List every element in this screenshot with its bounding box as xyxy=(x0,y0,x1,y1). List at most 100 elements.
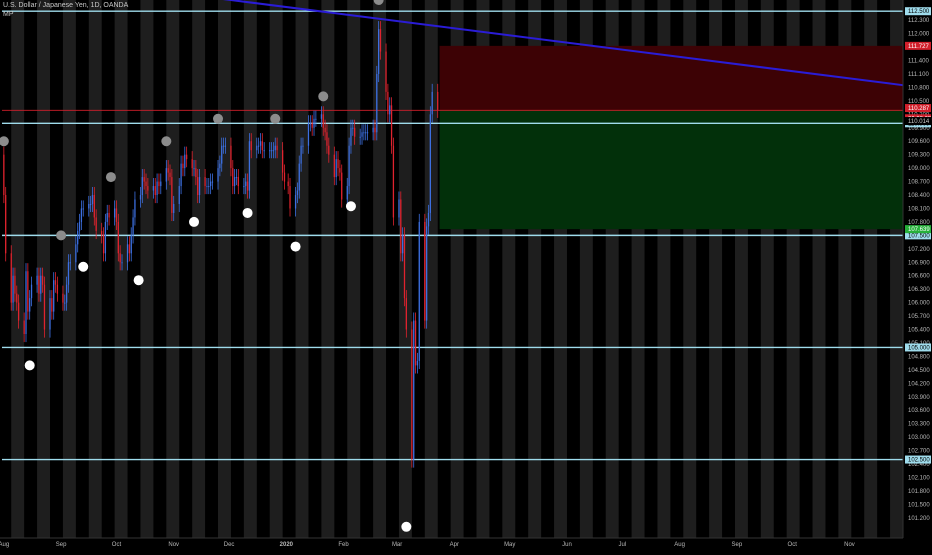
candle-body xyxy=(106,212,108,222)
y-tick-label: 111.400 xyxy=(908,59,929,65)
week-band xyxy=(140,0,154,538)
candle-body xyxy=(54,280,57,285)
candle-body xyxy=(121,262,123,264)
candle-body xyxy=(224,145,227,147)
candle-body xyxy=(56,284,59,294)
candle-body xyxy=(49,298,51,330)
candle-body xyxy=(27,271,29,312)
y-tick-label: 110.800 xyxy=(908,85,930,91)
grey-pivot-marker xyxy=(270,113,281,124)
candle-body xyxy=(230,145,232,169)
candle-body xyxy=(173,203,175,213)
week-band xyxy=(398,0,412,538)
candle-body xyxy=(154,186,156,196)
week-band xyxy=(88,0,102,538)
candle-body xyxy=(287,181,289,187)
grey-pivot-marker xyxy=(161,136,172,147)
candle-body xyxy=(385,51,387,92)
y-tick-label: 101.800 xyxy=(908,489,930,495)
candle-body xyxy=(261,141,263,151)
candle-body xyxy=(335,159,337,178)
candle-body xyxy=(40,275,42,294)
candle-body xyxy=(219,163,221,169)
candle-body xyxy=(198,177,201,196)
candle-body xyxy=(403,235,406,299)
candle-body xyxy=(307,123,310,146)
week-band xyxy=(321,0,335,538)
candle-body xyxy=(281,150,284,173)
candle-body xyxy=(366,132,369,134)
y-tick-label: 108.700 xyxy=(908,180,930,186)
level-price-label: 105.000 xyxy=(908,345,930,351)
candle-body xyxy=(311,123,313,128)
candle-body xyxy=(333,154,335,178)
candle-body xyxy=(197,177,199,196)
white-pivot-marker xyxy=(78,261,89,272)
x-tick-label: Aug xyxy=(674,542,685,548)
candle-body xyxy=(14,275,16,294)
y-tick-label: 103.300 xyxy=(908,422,930,428)
y-tick-label: 104.200 xyxy=(908,381,930,387)
candle-body xyxy=(89,203,92,205)
y-tick-label: 105.400 xyxy=(908,328,930,334)
x-tick-label: Nov xyxy=(168,542,179,548)
y-tick-label: 107.200 xyxy=(908,247,930,253)
candle-body xyxy=(274,145,276,151)
candle-body xyxy=(350,127,352,146)
y-tick-label: 108.400 xyxy=(908,193,930,199)
candle-body xyxy=(221,145,223,164)
candle-body xyxy=(339,168,341,173)
candle-body xyxy=(263,150,265,152)
candle-body xyxy=(139,195,142,200)
candle-body xyxy=(67,262,70,285)
y-tick-label: 109.600 xyxy=(908,139,930,145)
candle-body xyxy=(25,271,27,335)
grey-pivot-marker xyxy=(318,91,329,102)
candle-body xyxy=(158,181,160,187)
candle-body xyxy=(182,163,184,169)
candle-body xyxy=(245,181,247,187)
candle-body xyxy=(93,195,95,218)
price-chart[interactable]: 101.200101.500101.800102.100102.400102.7… xyxy=(0,0,932,550)
stop-price-label: 111.727 xyxy=(908,44,929,50)
candle-body xyxy=(365,132,367,134)
candle-body xyxy=(429,114,431,213)
y-tick-label: 112.300 xyxy=(908,18,930,24)
candle-body xyxy=(418,221,420,361)
white-pivot-marker xyxy=(24,360,35,371)
candle-body xyxy=(372,127,374,133)
candle-body xyxy=(43,284,46,330)
candle-body xyxy=(250,141,252,151)
candle-body xyxy=(141,177,143,196)
week-band xyxy=(269,0,283,538)
x-tick-label: Dec xyxy=(224,542,235,548)
y-tick-label: 104.500 xyxy=(908,368,930,374)
white-pivot-marker xyxy=(290,241,301,252)
candle-body xyxy=(167,168,169,173)
candle-body xyxy=(324,127,326,133)
candle-body xyxy=(232,168,234,187)
candle-body xyxy=(5,195,7,254)
candle-body xyxy=(80,208,83,222)
y-tick-label: 106.300 xyxy=(908,287,930,293)
candle-body xyxy=(402,235,404,254)
candle-body xyxy=(300,145,302,164)
candle-body xyxy=(184,154,186,169)
grey-pivot-marker xyxy=(105,172,116,183)
candle-body xyxy=(431,91,433,115)
week-band xyxy=(114,0,128,538)
x-tick-label: Jul xyxy=(619,542,627,548)
candle-body xyxy=(283,172,286,182)
candle-body xyxy=(400,199,402,254)
candle-body xyxy=(315,118,317,120)
candle-body xyxy=(65,284,68,303)
candle-body xyxy=(113,208,116,218)
x-tick-label: Oct xyxy=(788,542,798,548)
y-tick-label: 101.500 xyxy=(908,502,930,508)
candle-body xyxy=(272,150,275,152)
white-pivot-marker xyxy=(242,207,253,218)
candle-body xyxy=(178,186,180,204)
candle-body xyxy=(387,91,389,115)
candle-body xyxy=(17,302,20,321)
candle-body xyxy=(108,212,110,218)
